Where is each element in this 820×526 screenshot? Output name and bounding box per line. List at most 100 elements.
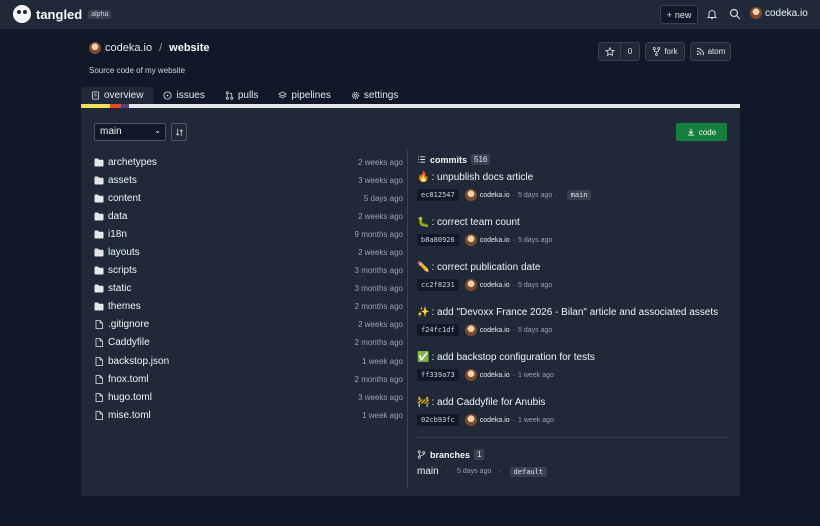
file-row[interactable]: archetypes 2 weeks ago (94, 153, 403, 171)
avatar (464, 324, 477, 336)
tab-label: issues (176, 90, 205, 101)
commit-message: : add Caddyfile for Anubis (431, 397, 546, 408)
column-divider (407, 150, 408, 488)
tab-pulls[interactable]: pulls (215, 87, 269, 104)
commit-meta: ff339a73 codeka.io · 1 week ago (417, 369, 727, 381)
commit-sha[interactable]: ec812547 (417, 189, 459, 201)
atom-feed-button[interactable]: atom (690, 42, 731, 61)
file-row[interactable]: content 5 days ago (94, 189, 403, 207)
file-row[interactable]: mise.toml 1 week ago (94, 406, 403, 424)
commit-author[interactable]: codeka.io (480, 192, 510, 199)
file-row[interactable]: data 2 weeks ago (94, 207, 403, 225)
commits-header[interactable]: commits 516 (417, 154, 491, 165)
code-button[interactable]: code (676, 123, 727, 141)
commit-date: 1 week ago (518, 416, 554, 424)
commit-sha[interactable]: 02cb93fc (417, 414, 459, 426)
commit-author[interactable]: codeka.io (480, 282, 510, 289)
avatar (464, 414, 477, 426)
file-row[interactable]: i18n 9 months ago (94, 225, 403, 243)
search-icon[interactable] (729, 8, 741, 20)
file-name: fnox.toml (108, 373, 149, 385)
commit-message-link[interactable]: ✨: add "Devoxx France 2026 - Bilan" arti… (417, 307, 727, 318)
file-row[interactable]: scripts 3 months ago (94, 262, 403, 280)
tab-label: settings (363, 90, 399, 101)
commit-meta: 02cb93fc codeka.io · 1 week ago (417, 414, 727, 426)
file-name: content (108, 192, 141, 204)
commit-emoji: ✨ (417, 307, 430, 318)
file-row[interactable]: layouts 2 weeks ago (94, 243, 403, 261)
circle-dot-icon (163, 91, 172, 100)
separator-dot: · (512, 371, 516, 379)
commit-author[interactable]: codeka.io (480, 372, 510, 379)
file-row[interactable]: themes 2 months ago (94, 298, 403, 316)
branch-name: main (417, 466, 439, 477)
avatar (464, 189, 477, 201)
file-row[interactable]: static 3 months ago (94, 280, 403, 298)
file-date: 2 weeks ago (358, 157, 403, 167)
tab-settings[interactable]: settings (341, 87, 408, 104)
section-divider (417, 437, 727, 438)
commit-sha[interactable]: b8a80926 (417, 234, 459, 246)
commit-message-link[interactable]: ✅: add backstop configuration for tests (417, 352, 727, 363)
commit-sha[interactable]: f24fc1df (417, 324, 459, 336)
bell-icon[interactable] (706, 8, 718, 20)
download-icon (687, 128, 695, 136)
git-pull-request-icon (225, 91, 234, 100)
tab-issues[interactable]: issues (153, 87, 214, 104)
user-name: codeka.io (765, 7, 808, 19)
tab-pipelines[interactable]: pipelines (268, 87, 340, 104)
file-date: 2 months ago (354, 302, 403, 312)
commit-sha[interactable]: ff339a73 (417, 369, 459, 381)
file-icon (95, 356, 103, 366)
commit-sha[interactable]: cc2f8231 (417, 279, 459, 291)
separator-dot: · (512, 281, 516, 289)
commit-emoji: ✅ (417, 352, 430, 363)
branches-header[interactable]: branches 1 (417, 449, 485, 460)
new-button-label: new (674, 9, 692, 20)
file-date: 3 months ago (354, 266, 403, 276)
folder-icon (94, 194, 104, 203)
file-row[interactable]: backstop.json 1 week ago (94, 352, 403, 370)
book-icon (91, 91, 100, 100)
commit-author[interactable]: codeka.io (480, 327, 510, 334)
file-date: 3 weeks ago (358, 392, 403, 402)
commit-message-link[interactable]: 🐛: correct team count (417, 217, 727, 228)
repo-owner-link[interactable]: codeka.io (105, 42, 152, 54)
file-row[interactable]: assets 3 weeks ago (94, 171, 403, 189)
brand-link[interactable]: tangled alpha (13, 5, 112, 23)
commit-message-link[interactable]: 🚧: add Caddyfile for Anubis (417, 397, 727, 408)
file-row[interactable]: hugo.toml 3 weeks ago (94, 388, 403, 406)
avatar (464, 279, 477, 291)
fork-button[interactable]: fork (645, 42, 685, 61)
commit-author[interactable]: codeka.io (480, 417, 510, 424)
folder-icon (94, 248, 104, 257)
tab-overview[interactable]: overview (81, 87, 154, 104)
commit-message: : correct team count (431, 217, 520, 228)
commit-item: 🐛: correct team count b8a80926 codeka.io · 5… (417, 217, 727, 246)
breadcrumb-separator: / (159, 42, 163, 54)
separator-dot: · (512, 236, 516, 244)
commit-message-link[interactable]: ✏️: correct publication date (417, 262, 727, 273)
file-row[interactable]: fnox.toml 2 months ago (94, 370, 403, 388)
file-name: data (108, 210, 128, 222)
folder-icon (94, 266, 104, 275)
selected-branch: main (100, 126, 122, 137)
star-button[interactable]: 0 (598, 42, 640, 61)
user-menu[interactable]: codeka.io (750, 7, 808, 19)
repo-name-link[interactable]: website (169, 42, 209, 54)
gear-icon (351, 91, 359, 100)
branch-select[interactable]: main ⌄ (94, 123, 166, 141)
commit-count-badge: 516 (471, 154, 491, 165)
file-name: backstop.json (108, 355, 170, 367)
tab-label: overview (104, 90, 144, 101)
branch-row[interactable]: main · 5 days ago · default (417, 466, 548, 477)
compare-branches-button[interactable] (171, 123, 187, 141)
file-row[interactable]: Caddyfile 2 months ago (94, 334, 403, 352)
commit-author[interactable]: codeka.io (480, 237, 510, 244)
commit-message-link[interactable]: 🔥: unpublish docs article (417, 172, 727, 183)
repo-breadcrumb: codeka.io / website (89, 42, 210, 54)
folder-icon (94, 230, 104, 239)
new-button[interactable]: + new (660, 5, 698, 24)
file-date: 3 months ago (354, 284, 403, 294)
file-row[interactable]: .gitignore 2 weeks ago (94, 316, 403, 334)
